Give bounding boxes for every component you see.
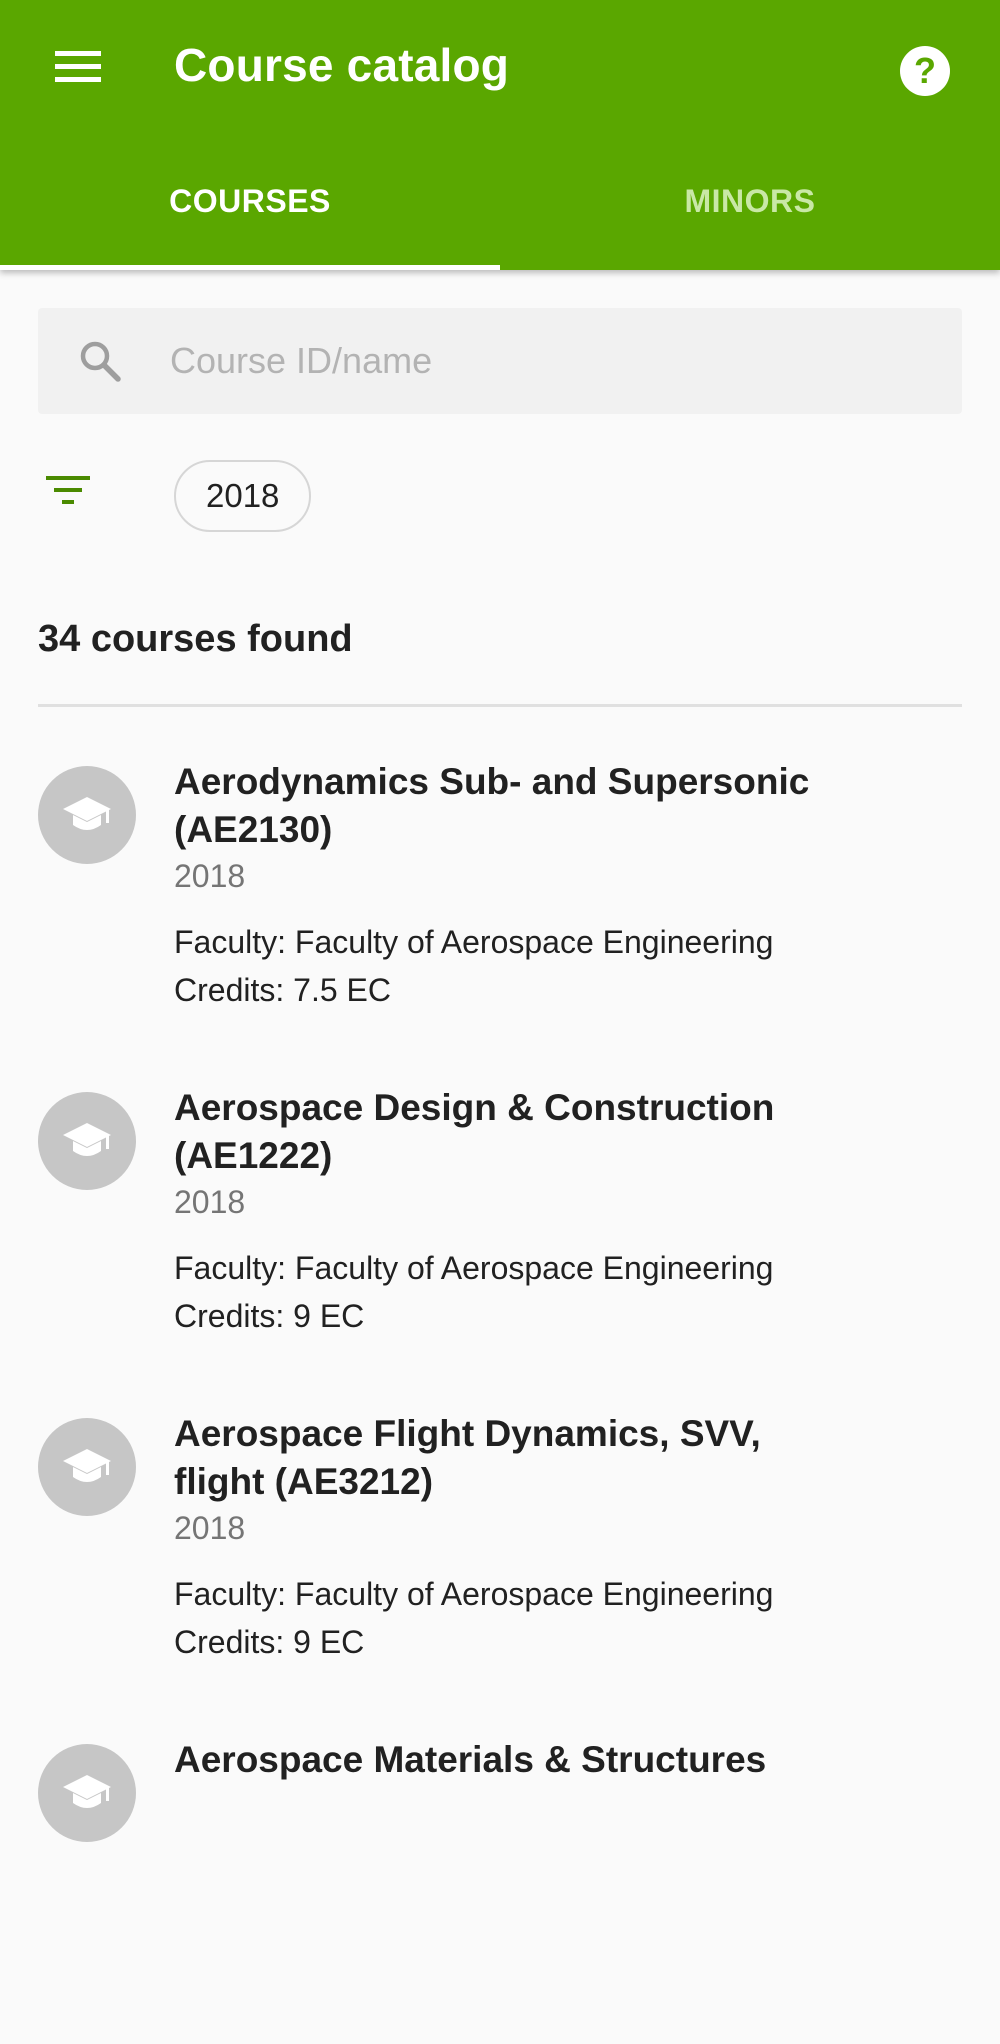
course-year: 2018 bbox=[174, 1510, 246, 1546]
course-credits: Credits: 7.5 EC bbox=[174, 972, 391, 1008]
course-title: Aerodynamics Sub- and Supersonic (AE2130… bbox=[174, 761, 810, 850]
results-count: 34 courses found bbox=[38, 618, 353, 660]
filter-row: 2018 bbox=[38, 458, 962, 532]
list-item[interactable]: Aerospace Design & Construction (AE1222)… bbox=[0, 1066, 1000, 1392]
page-title: Course catalog bbox=[174, 39, 510, 91]
course-title: Aerospace Materials & Structures bbox=[174, 1739, 767, 1780]
menu-button[interactable] bbox=[40, 34, 116, 100]
search-input[interactable] bbox=[170, 340, 870, 382]
tab-bar: COURSES MINORS bbox=[0, 150, 1000, 270]
course-title: Aerospace Design & Construction (AE1222) bbox=[174, 1087, 775, 1176]
list-item[interactable]: Aerospace Flight Dynamics, SVV, flight (… bbox=[0, 1392, 1000, 1718]
search-bar[interactable] bbox=[38, 308, 962, 414]
avatar bbox=[38, 1418, 136, 1516]
course-credits: Credits: 9 EC bbox=[174, 1624, 365, 1660]
list-item[interactable]: Aerospace Materials & Structures bbox=[0, 1718, 1000, 2044]
avatar bbox=[38, 1744, 136, 1842]
year-filter-chip[interactable]: 2018 bbox=[174, 460, 312, 532]
app-bar: Course catalog ? COURSES MINORS bbox=[0, 0, 1000, 270]
graduation-cap-icon bbox=[63, 1123, 111, 1156]
tab-indicator bbox=[0, 265, 500, 270]
course-year: 2018 bbox=[174, 1184, 246, 1220]
course-credits: Credits: 9 EC bbox=[174, 1298, 365, 1334]
menu-icon bbox=[55, 51, 101, 82]
course-year: 2018 bbox=[174, 858, 246, 894]
divider bbox=[38, 704, 962, 707]
filter-icon[interactable] bbox=[44, 470, 100, 520]
course-faculty: Faculty: Faculty of Aerospace Engineerin… bbox=[174, 1250, 774, 1286]
graduation-cap-icon bbox=[63, 1449, 111, 1482]
search-icon bbox=[78, 331, 160, 391]
tab-minors[interactable]: MINORS bbox=[500, 150, 1000, 270]
help-circle-icon: ? bbox=[900, 46, 950, 96]
tab-courses-label: COURSES bbox=[169, 182, 331, 219]
list-item[interactable]: Aerodynamics Sub- and Supersonic (AE2130… bbox=[0, 740, 1000, 1066]
avatar bbox=[38, 766, 136, 864]
course-faculty: Faculty: Faculty of Aerospace Engineerin… bbox=[174, 924, 774, 960]
svg-text:?: ? bbox=[914, 50, 936, 91]
course-list: Aerodynamics Sub- and Supersonic (AE2130… bbox=[0, 740, 1000, 2044]
graduation-cap-icon bbox=[63, 797, 111, 830]
tab-minors-label: MINORS bbox=[684, 182, 816, 219]
course-title: Aerospace Flight Dynamics, SVV, flight (… bbox=[174, 1413, 761, 1502]
tab-courses[interactable]: COURSES bbox=[0, 150, 500, 270]
course-faculty: Faculty: Faculty of Aerospace Engineerin… bbox=[174, 1576, 774, 1612]
avatar bbox=[38, 1092, 136, 1190]
help-button[interactable]: ? bbox=[894, 40, 956, 102]
